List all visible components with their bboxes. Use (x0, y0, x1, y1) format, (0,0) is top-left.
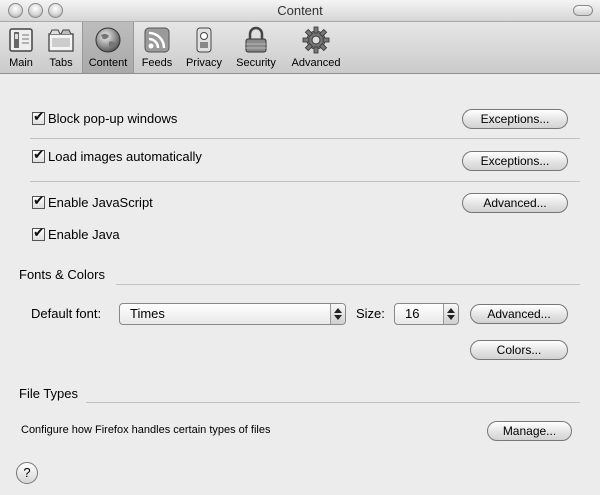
image-exceptions-button[interactable]: Exceptions... (462, 151, 568, 171)
font-size-select[interactable]: 16 (394, 303, 459, 325)
tab-tabs[interactable]: Tabs (42, 22, 80, 73)
lock-icon (190, 26, 218, 54)
tab-security[interactable]: Security (230, 22, 282, 73)
tab-advanced[interactable]: Advanced (286, 22, 346, 73)
tab-content-label: Content (88, 57, 128, 69)
enable-java-label[interactable]: Enable Java (48, 227, 120, 242)
enable-java-row: Enable Java (32, 225, 120, 242)
help-button[interactable]: ? (16, 462, 38, 484)
enable-java-checkbox[interactable] (32, 225, 45, 241)
tabs-icon (47, 26, 75, 54)
fonts-advanced-button[interactable]: Advanced... (470, 304, 568, 324)
block-popups-row: Block pop-up windows (32, 109, 177, 126)
block-popups-label[interactable]: Block pop-up windows (48, 111, 177, 126)
enable-javascript-label[interactable]: Enable JavaScript (48, 195, 153, 210)
default-font-value: Times (130, 306, 165, 321)
tab-main[interactable]: Main (2, 22, 40, 73)
padlock-icon (242, 26, 270, 54)
tab-feeds[interactable]: Feeds (136, 22, 178, 73)
window-title: Content (277, 3, 323, 18)
default-font-select[interactable]: Times (119, 303, 346, 325)
popup-exceptions-button[interactable]: Exceptions... (462, 109, 568, 129)
gear-icon (302, 26, 330, 54)
globe-icon (94, 26, 122, 54)
tab-tabs-label: Tabs (49, 57, 73, 69)
fonts-colors-heading: Fonts & Colors (19, 267, 105, 282)
load-images-label[interactable]: Load images automatically (48, 149, 202, 164)
rss-icon (143, 26, 171, 54)
tab-feeds-label: Feeds (141, 57, 173, 69)
load-images-row: Load images automatically (32, 147, 202, 164)
chevron-updown-icon (443, 304, 458, 324)
divider (86, 402, 580, 403)
file-types-heading: File Types (19, 386, 79, 401)
tab-security-label: Security (236, 57, 276, 69)
chevron-updown-icon (330, 304, 345, 324)
title-bar: Content (0, 0, 600, 22)
divider (30, 181, 580, 182)
manage-file-types-button[interactable]: Manage... (487, 421, 572, 441)
preferences-toolbar: Main Tabs Content Feeds Privacy Security… (0, 22, 600, 74)
file-types-description: Configure how Firefox handles certain ty… (21, 424, 271, 436)
tab-privacy-label: Privacy (185, 57, 223, 69)
preferences-window: Content Main Tabs Content Feeds Privacy … (0, 0, 600, 495)
tab-advanced-label: Advanced (291, 57, 341, 69)
default-font-label: Default font: (31, 306, 102, 321)
divider (30, 138, 580, 139)
colors-button[interactable]: Colors... (470, 340, 568, 360)
font-size-value: 16 (405, 306, 420, 321)
switch-icon (7, 26, 35, 54)
enable-javascript-checkbox[interactable] (32, 193, 45, 209)
size-label: Size: (356, 306, 385, 321)
tab-content[interactable]: Content (82, 22, 134, 73)
javascript-advanced-button[interactable]: Advanced... (462, 193, 568, 213)
toolbar-toggle-button[interactable] (573, 5, 593, 16)
enable-javascript-row: Enable JavaScript (32, 193, 153, 210)
tab-main-label: Main (9, 57, 33, 69)
tab-privacy[interactable]: Privacy (180, 22, 228, 73)
block-popups-checkbox[interactable] (32, 109, 45, 125)
divider (116, 284, 580, 285)
load-images-checkbox[interactable] (32, 147, 45, 163)
